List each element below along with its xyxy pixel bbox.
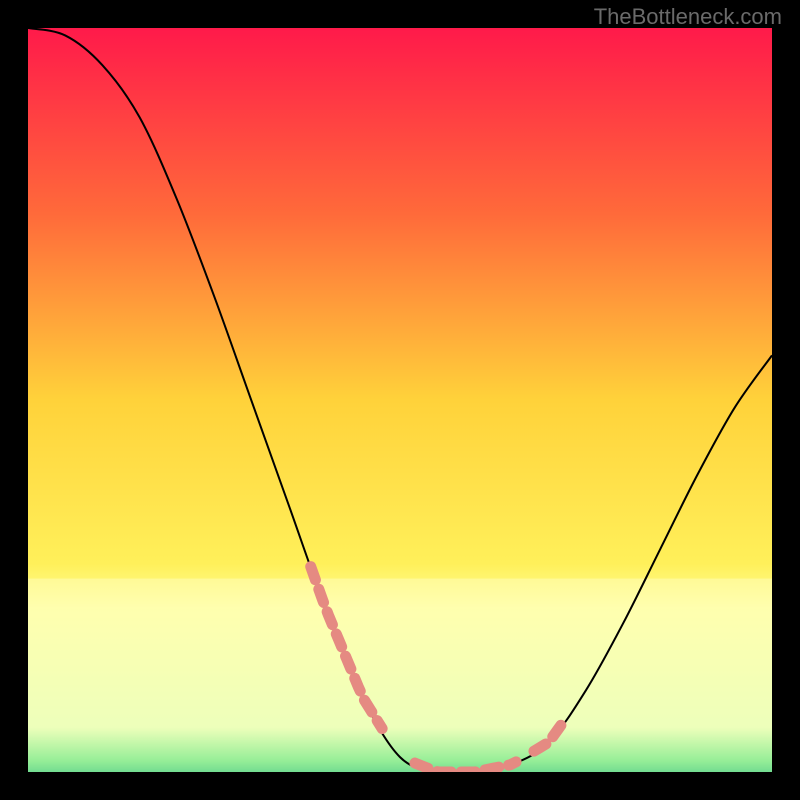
- highlight-band: [28, 579, 772, 772]
- watermark-text: TheBottleneck.com: [594, 4, 782, 30]
- bottleneck-chart: [28, 28, 772, 772]
- chart-canvas: [28, 28, 772, 772]
